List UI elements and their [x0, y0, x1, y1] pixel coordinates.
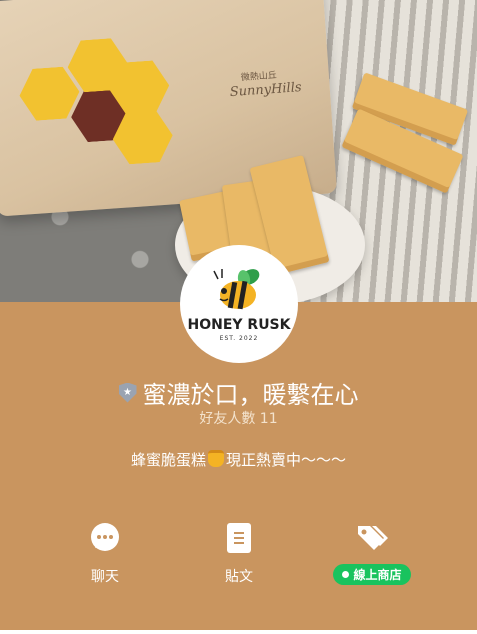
status-message: 蜂蜜脆蛋糕 現正熱賣中～～～ — [0, 449, 477, 470]
verified-shield-icon: ★ — [118, 382, 137, 403]
chat-button[interactable]: 聊天 — [55, 520, 155, 586]
profile-title-row: ★ 蜜濃於口，暖繫在心 — [0, 375, 477, 410]
profile-logo[interactable]: HONEY RUSK EST. 2022 — [180, 245, 298, 363]
bag-brand-text-cn: 微熱山丘 — [240, 70, 278, 84]
posts-icon — [189, 520, 289, 556]
status-text-after: 現正熱賣中～～～ — [226, 451, 347, 469]
action-bar: 聊天 貼文 線上商店 — [0, 520, 477, 590]
posts-button[interactable]: 貼文 — [189, 520, 289, 586]
friend-count: 好友人數 11 — [199, 411, 278, 427]
online-shop-button[interactable]: 線上商店 — [322, 520, 422, 585]
chat-label: 聊天 — [91, 569, 119, 585]
bottom-divider — [0, 630, 477, 634]
logo-established: EST. 2022 — [219, 334, 259, 342]
posts-label: 貼文 — [225, 569, 253, 585]
profile-title: 蜜濃於口，暖繫在心 — [142, 381, 359, 409]
status-text-before: 蜂蜜脆蛋糕 — [130, 451, 206, 469]
chat-icon — [55, 520, 155, 556]
online-shop-label: 線上商店 — [353, 568, 402, 582]
hexagon-decoration — [18, 66, 81, 122]
honey-pot-icon — [208, 450, 224, 467]
online-shop-badge[interactable]: 線上商店 — [333, 564, 411, 585]
tag-icon — [322, 520, 422, 556]
bee-icon — [213, 268, 260, 309]
logo-name: HONEY RUSK — [187, 316, 291, 333]
